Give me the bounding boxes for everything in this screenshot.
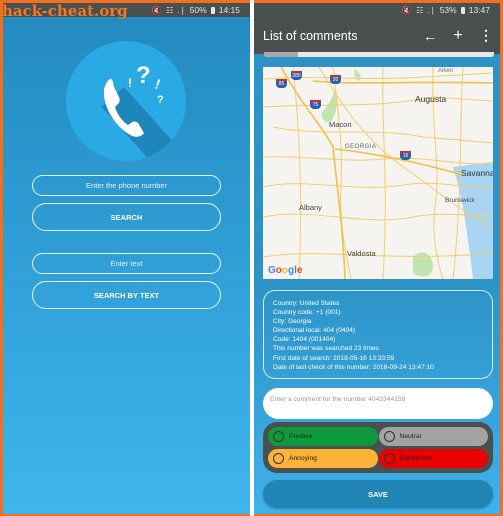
screenshot-frame: hack-cheat.org 🔇 ☷ .∣ 50% 14:15 ! ? ! ? … — [0, 0, 503, 516]
svg-text:!: ! — [153, 76, 163, 93]
rating-label: Neutral — [399, 433, 422, 440]
google-logo: Google — [268, 265, 303, 276]
map-label-valdosta: Valdosta — [347, 249, 376, 258]
scroll-thumb[interactable] — [264, 52, 298, 57]
map-view[interactable]: 285 85 20 75 16 Aiken Augusta Macon GEOR… — [263, 67, 493, 279]
info-first-search-date: First date of search: 2018-05-16 13:33:5… — [273, 354, 395, 362]
info-country: Country: United States — [273, 300, 340, 307]
phone-number-placeholder: Enter the phone number — [86, 181, 167, 190]
info-search-count: This number was searched 23 times — [273, 345, 379, 353]
map-label-aiken: Aiken — [438, 68, 454, 74]
page-title: List of comments — [263, 28, 358, 43]
watermark: hack-cheat.org — [2, 2, 128, 20]
map-label-augusta: Augusta — [415, 94, 447, 104]
text-search-placeholder: Enter text — [110, 259, 143, 268]
interstate-85-shield: 85 — [276, 79, 287, 88]
more-vert-icon[interactable]: ⋮ — [472, 27, 500, 44]
info-last-check-date: Date of last check of this number: 2018-… — [273, 363, 434, 371]
interstate-75-shield: 75 — [310, 100, 321, 109]
scroll-indicator[interactable] — [264, 52, 494, 57]
comment-input[interactable]: Enter a comment for the number 404334415… — [263, 388, 493, 419]
search-by-text-label: SEARCH BY TEXT — [93, 290, 160, 300]
comments-screen: 🔇 ☷ .∣ 53% 13:47 List of comments ← + ⋮ — [254, 3, 500, 514]
svg-text:?: ? — [136, 62, 151, 89]
radio-button[interactable] — [383, 453, 395, 464]
rating-label: Dangerous — [399, 455, 433, 462]
rating-positive[interactable]: Positive — [268, 427, 378, 446]
interstate-20-shield: 20 — [330, 75, 341, 84]
search-screen: 🔇 ☷ .∣ 50% 14:15 ! ? ! ? Enter the phone… — [3, 3, 250, 514]
svg-text:!: ! — [128, 76, 132, 90]
app-bar: List of comments ← + ⋮ — [254, 17, 500, 54]
battery-icon — [210, 6, 215, 14]
rating-radio-group: Positive Neutral Annoying Dangerous — [263, 422, 493, 473]
save-button[interactable]: SAVE — [263, 480, 493, 508]
clock: 14:15 — [218, 5, 240, 15]
map-label-albany: Albany — [299, 203, 322, 212]
map-roads — [263, 67, 493, 279]
rating-dangerous[interactable]: Dangerous — [378, 449, 488, 468]
app-logo: ! ? ! ? — [66, 41, 186, 161]
phone-number-input[interactable]: Enter the phone number — [32, 175, 221, 196]
svg-text:?: ? — [157, 94, 164, 106]
rating-label: Positive — [289, 433, 313, 440]
text-search-input[interactable]: Enter text — [32, 253, 221, 274]
interstate-285-shield: 285 — [291, 71, 302, 80]
clock: 13:47 — [468, 5, 490, 15]
map-label-savannah: Savannah — [461, 168, 493, 178]
battery-icon — [460, 6, 465, 14]
save-button-label: SAVE — [368, 489, 388, 499]
search-button[interactable]: SEARCH — [32, 203, 221, 231]
radio-button[interactable] — [273, 431, 284, 442]
status-icons: 🔇 ☷ .∣ — [401, 5, 436, 15]
rating-label: Annoying — [289, 455, 317, 462]
phone-question-icon: ! ? ! ? — [103, 62, 164, 137]
interstate-16-shield: 16 — [400, 151, 411, 160]
rating-neutral[interactable]: Neutral — [378, 427, 488, 446]
status-bar: 🔇 ☷ .∣ 53% 13:47 — [254, 3, 500, 17]
search-button-label: SEARCH — [110, 212, 143, 222]
radio-button[interactable] — [273, 453, 284, 464]
status-icons: 🔇 ☷ .∣ — [151, 5, 186, 15]
plus-icon[interactable]: + — [444, 27, 472, 45]
map-label-georgia: GEORGIA — [345, 144, 377, 150]
info-city: City: Georgia — [273, 318, 312, 326]
map-label-brunswick: Brunswick — [445, 197, 475, 204]
info-directional-local: Directional local: 404 (0404) — [273, 327, 356, 335]
map-label-macon: Macon — [329, 120, 352, 129]
battery-percent: 53% — [439, 5, 457, 15]
search-by-text-button[interactable]: SEARCH BY TEXT — [32, 281, 221, 309]
info-country-code: Country code: +1 (001) — [273, 309, 341, 317]
comment-placeholder: Enter a comment for the number 404334415… — [270, 396, 406, 403]
battery-percent: 50% — [189, 5, 207, 15]
info-code: Code: 1404 (001404) — [273, 336, 336, 344]
arrow-left-icon[interactable]: ← — [416, 28, 444, 44]
number-info-card: Country: United States Country code: +1 … — [263, 290, 493, 379]
radio-button[interactable] — [383, 431, 395, 442]
rating-annoying[interactable]: Annoying — [268, 449, 378, 468]
